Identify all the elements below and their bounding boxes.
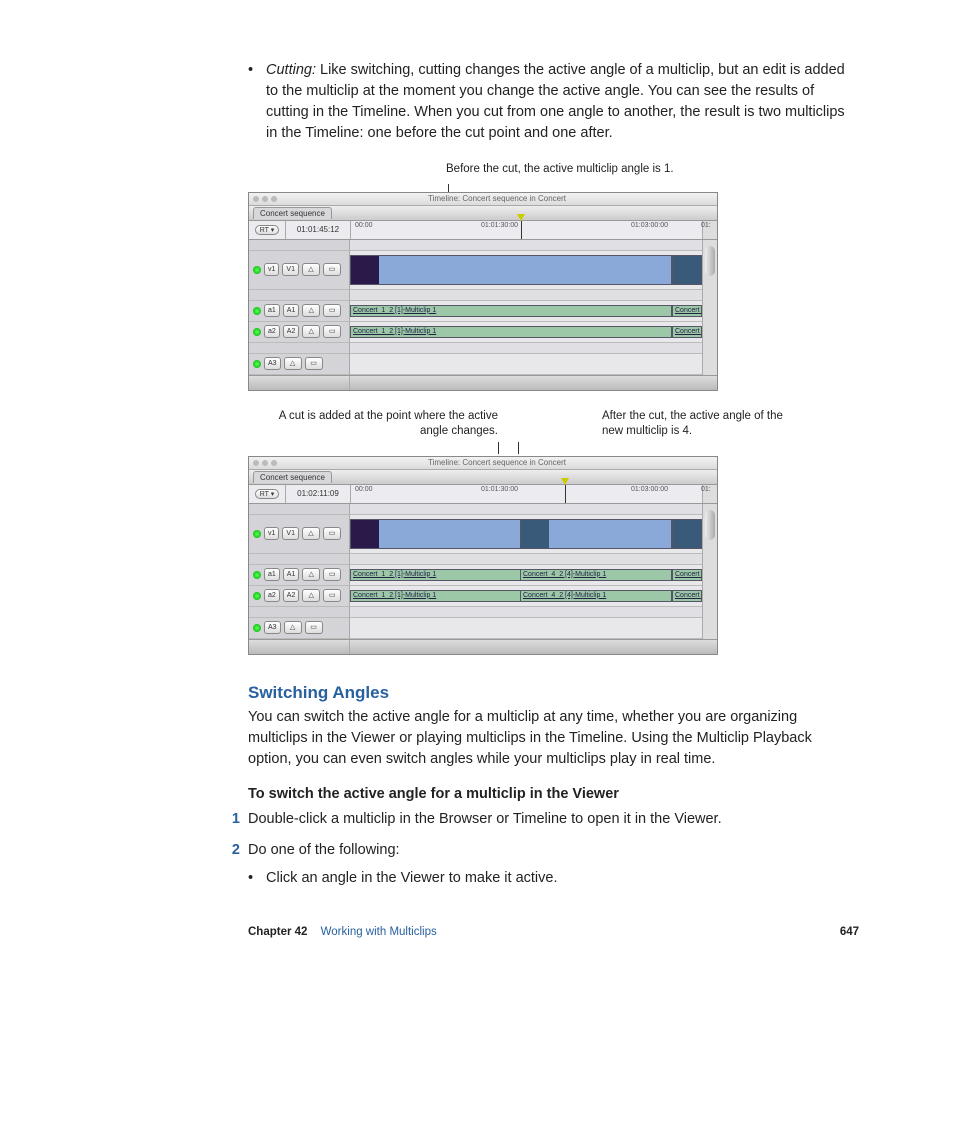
timeline-ruler[interactable]: 00:00 01:01:30:00 01:03:00:00 01: bbox=[351, 221, 702, 239]
section-paragraph: You can switch the active angle for a mu… bbox=[248, 707, 859, 770]
timeline-figure-after: Timeline: Concert sequence in Concert Co… bbox=[248, 456, 718, 655]
horizontal-scrollbar[interactable] bbox=[350, 376, 717, 390]
step-2: 2Do one of the following: bbox=[248, 839, 859, 862]
timecode-field[interactable]: 01:01:45:12 bbox=[286, 221, 351, 239]
callout-after-cut: After the cut, the active angle of the n… bbox=[512, 409, 802, 440]
sequence-tab[interactable]: Concert sequence bbox=[253, 207, 332, 219]
rt-button[interactable]: RT ▾ bbox=[255, 225, 280, 235]
track-visibility-icon[interactable] bbox=[253, 266, 261, 274]
vertical-scrollbar[interactable] bbox=[705, 246, 715, 276]
bullet-dot: • bbox=[248, 60, 253, 81]
page-number: 647 bbox=[840, 926, 859, 938]
page-footer: Chapter 42 Working with Multiclips 647 bbox=[248, 926, 859, 938]
intro-bullet: • Cutting: Like switching, cutting chang… bbox=[248, 60, 859, 144]
video-track-v1[interactable]: Concert_1_2 [1]-Multiclip 1 bbox=[350, 251, 702, 290]
dest-v1[interactable]: V1 bbox=[282, 263, 299, 276]
callout-before-cut: Before the cut, the active multiclip ang… bbox=[446, 162, 859, 178]
chapter-title: Working with Multiclips bbox=[321, 926, 437, 938]
window-title: Timeline: Concert sequence in Concert bbox=[428, 194, 566, 203]
callout-cut-added: A cut is added at the point where the ac… bbox=[248, 409, 512, 440]
intro-term: Cutting: bbox=[266, 62, 316, 78]
section-heading: Switching Angles bbox=[248, 683, 859, 703]
intro-text: Like switching, cutting changes the acti… bbox=[266, 62, 845, 141]
autoselect-icon[interactable]: ▭ bbox=[323, 263, 341, 276]
step-2-sub-bullet: •Click an angle in the Viewer to make it… bbox=[248, 870, 859, 886]
chapter-label: Chapter 42 bbox=[248, 926, 307, 938]
procedure-heading: To switch the active angle for a multicl… bbox=[248, 786, 859, 802]
audio-track-a3[interactable] bbox=[350, 354, 702, 375]
audio-track-a2[interactable]: Concert_1_2 [1]-Multiclip 1 Concert_1_ bbox=[350, 322, 702, 343]
timeline-figure-before: Timeline: Concert sequence in Concert Co… bbox=[248, 192, 718, 391]
lock-icon[interactable]: △ bbox=[302, 263, 320, 276]
step-1: 1Double-click a multiclip in the Browser… bbox=[248, 808, 859, 831]
audio-track-a1[interactable]: Concert_1_2 [1]-Multiclip 1 Concert_1_ bbox=[350, 301, 702, 322]
source-v1[interactable]: v1 bbox=[264, 263, 279, 276]
timecode-field[interactable]: 01:02:11:09 bbox=[286, 485, 351, 503]
